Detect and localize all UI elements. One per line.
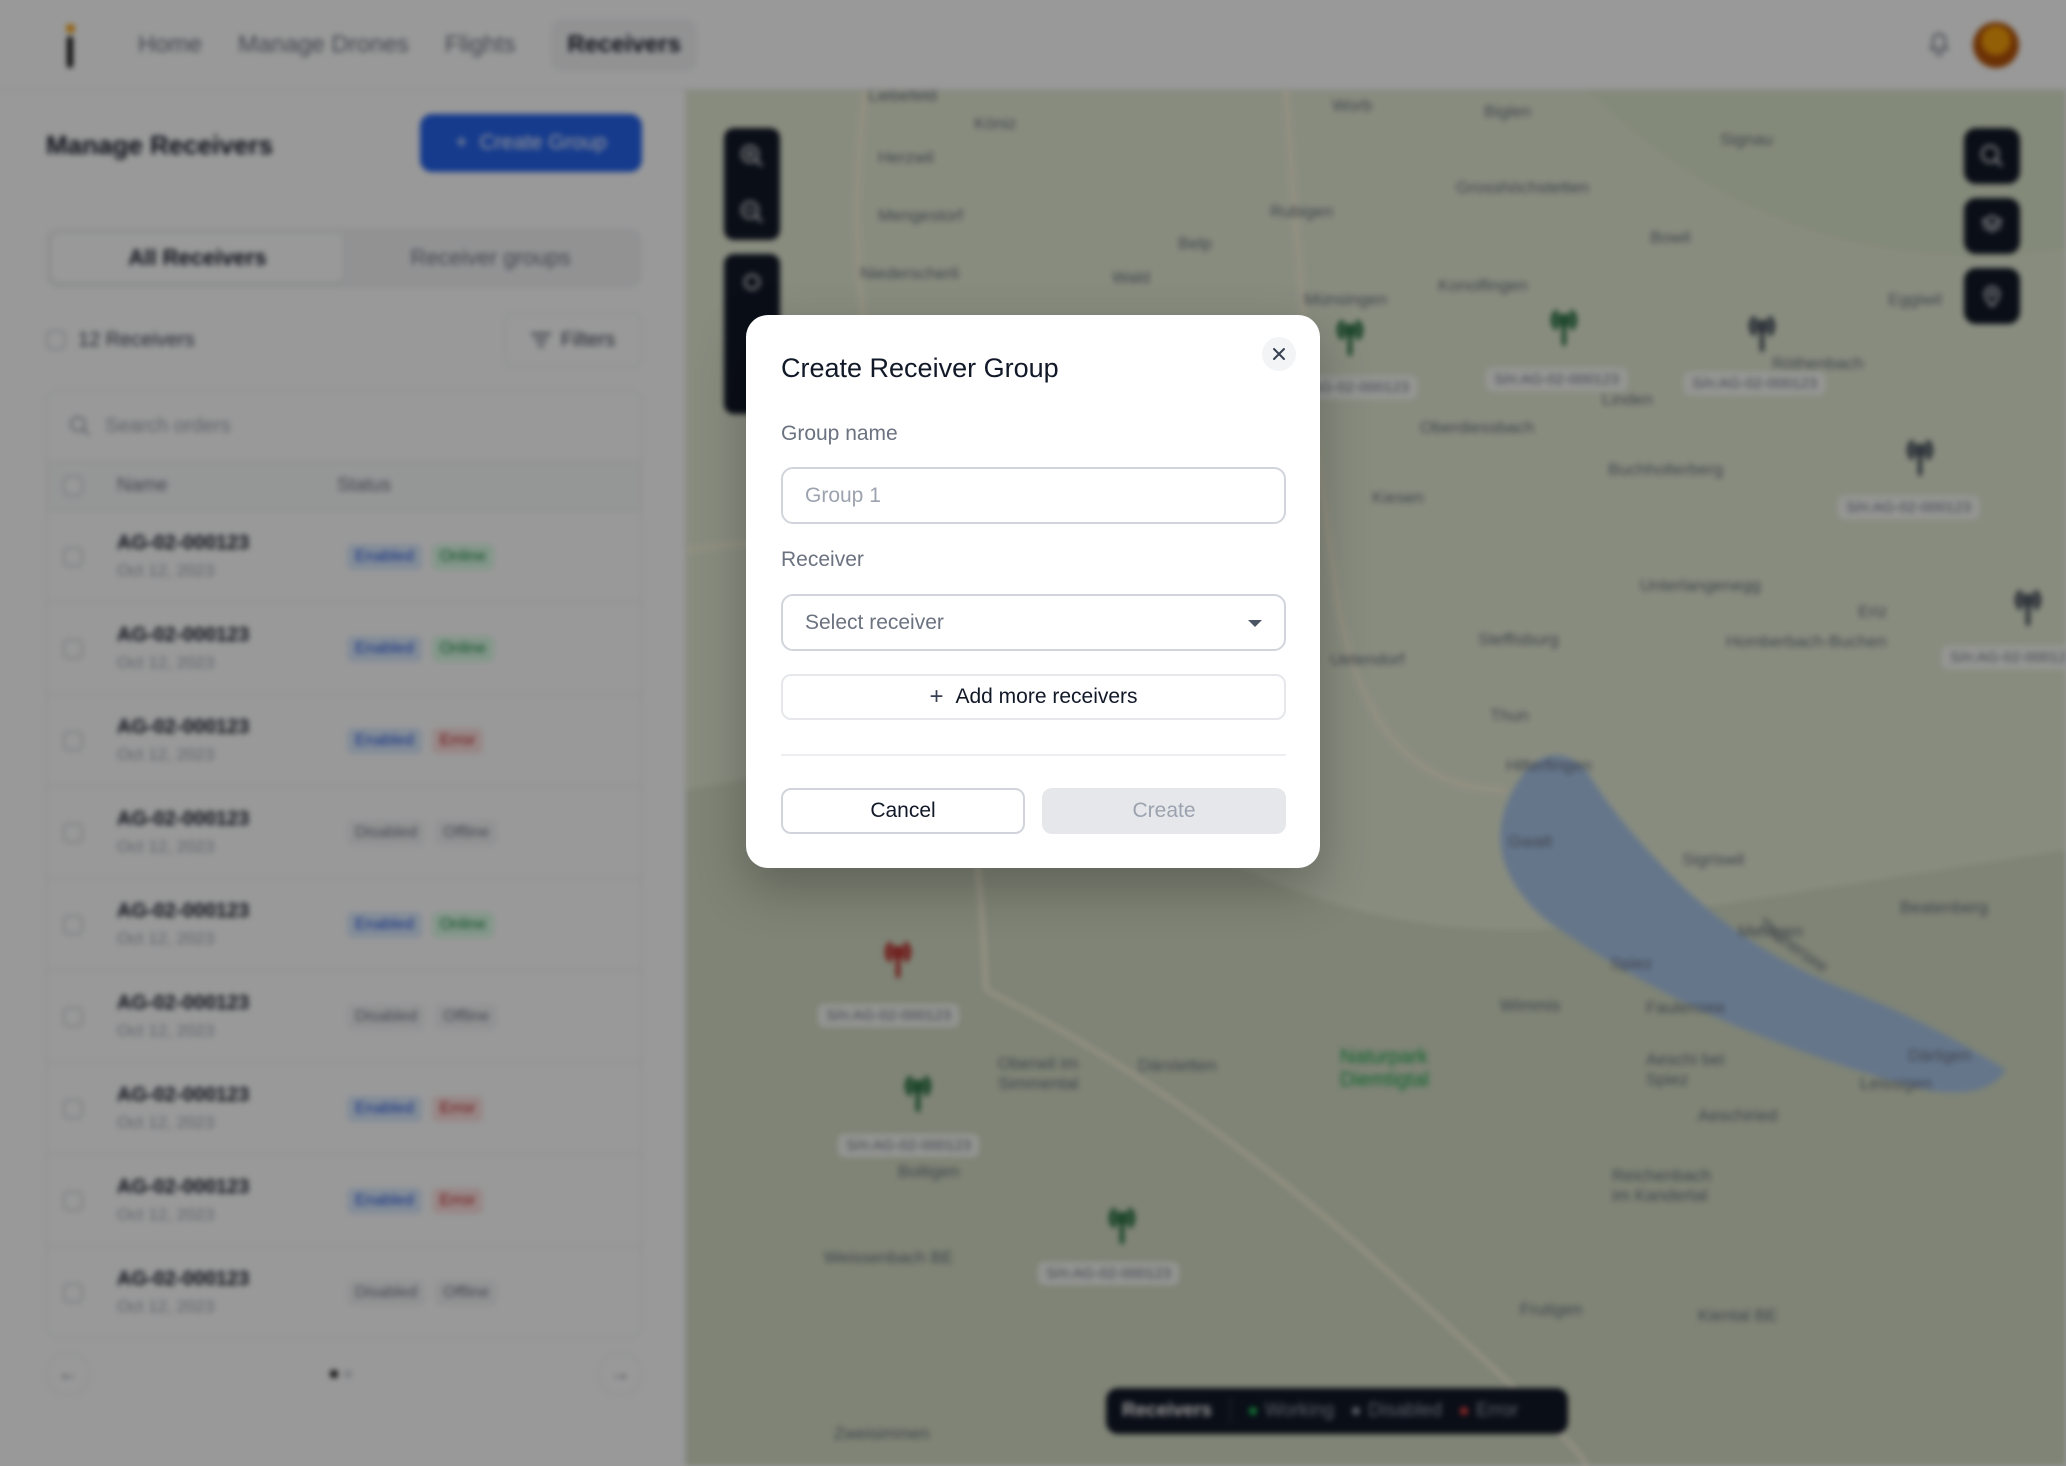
receiver-select-placeholder: Select receiver: [805, 610, 944, 634]
create-receiver-group-dialog: Create Receiver Group Group name Receive…: [746, 315, 1320, 868]
dialog-divider: [781, 754, 1286, 756]
group-name-label: Group name: [781, 422, 898, 445]
add-more-label: Add more receivers: [955, 685, 1138, 708]
dialog-title: Create Receiver Group: [781, 353, 1059, 383]
receiver-label: Receiver: [781, 548, 864, 571]
cancel-button[interactable]: Cancel: [781, 788, 1025, 834]
group-name-input[interactable]: [781, 467, 1286, 524]
close-icon: [1273, 348, 1285, 360]
create-button[interactable]: Create: [1042, 788, 1286, 834]
receiver-select[interactable]: Select receiver: [781, 594, 1286, 651]
plus-icon: +: [929, 683, 944, 710]
add-more-receivers-button[interactable]: + Add more receivers: [781, 674, 1286, 720]
chevron-down-icon: [1248, 620, 1262, 627]
close-button[interactable]: [1262, 337, 1296, 371]
